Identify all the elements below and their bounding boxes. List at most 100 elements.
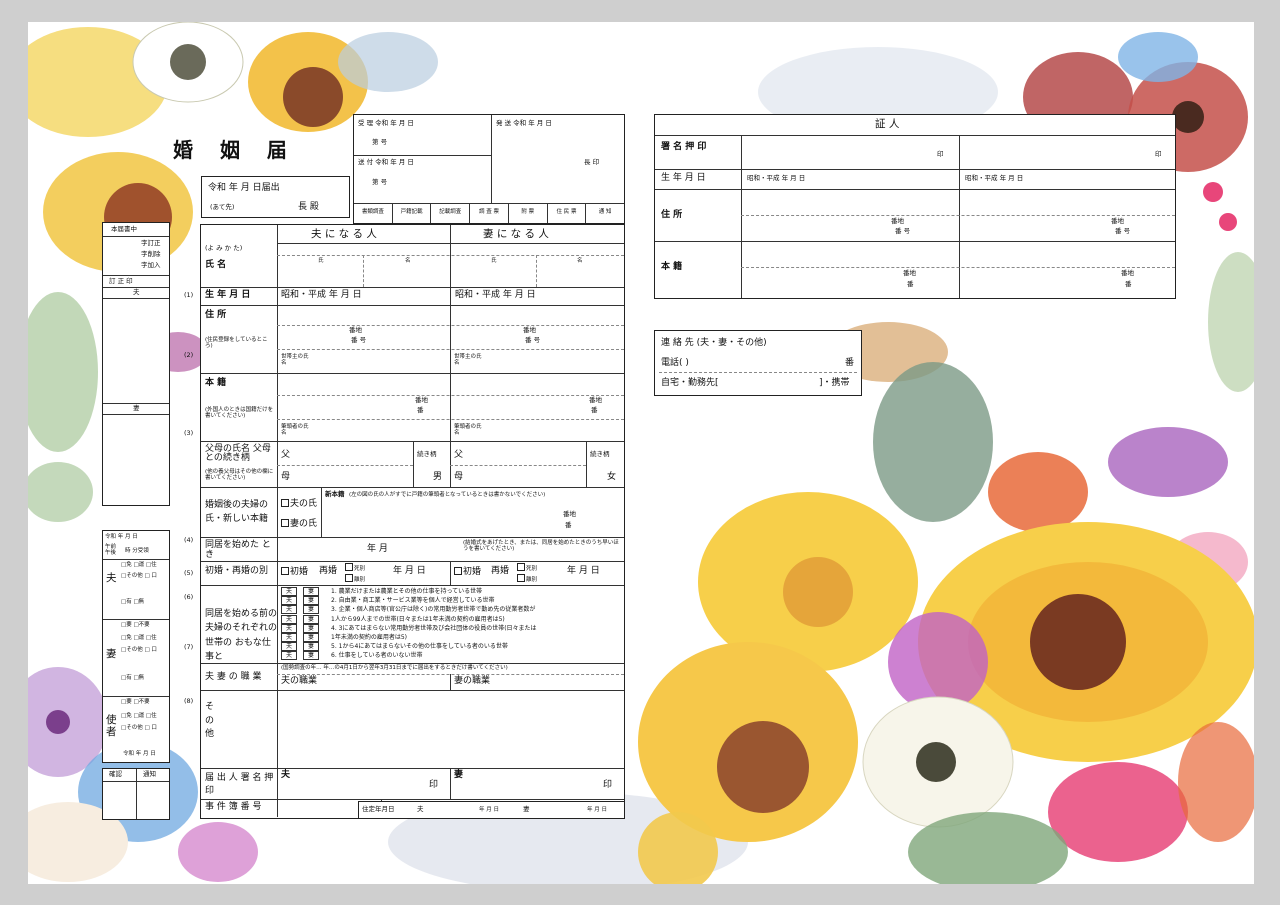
witness-honseki-label: 本 籍 [661,262,683,272]
husband-work-checkbox[interactable]: 夫 [281,623,297,633]
witness-address-label: 住 所 [661,210,683,220]
marriage-type-label: 初婚・再婚の別 [205,566,269,576]
birth-label: 生 年 月 日 [205,290,251,300]
work-option: 夫妻 5. 1から4にあてはまらないその他の仕事をしている者のいる世帯 [281,642,621,652]
wife-work-checkbox[interactable]: 妻 [303,642,319,652]
cohabit-note: (結婚式をあげたとき、または、同居を始めたときのうち早いほうを書いてください) [463,540,619,553]
sent-chief: 長 印 [584,158,600,166]
receipt-time: 時 分受領 [125,548,149,554]
work-option: 夫妻 3. 企業・個人商店等(官公庁は除く)の常用勤労者世帯で勤め先の従業者数が [281,605,621,615]
correction-line-3: 字加入 [141,261,161,269]
wife-work-checkbox[interactable]: 妻 [303,614,319,624]
wife-work-checkbox[interactable]: 妻 [303,587,319,596]
row-number: (3) [184,429,194,437]
reception-box: 受 理 令和 年 月 日 第 号 送 付 令和 年 月 日 第 号 発 送 令和… [353,114,625,224]
correction-line-2: 字削除 [141,250,161,258]
row-number: (7) [184,643,194,651]
contact-box: 連 絡 先 (夫・妻・その他) 電話( ) 番 自宅・勤務先[ ]・携帯 [654,330,862,396]
row-number: (8) [184,697,194,705]
household-work-label: 同居を始める前の夫婦のそれぞれの世帯の おもな仕事と [205,609,278,663]
column-wife: 妻 に な る 人 [483,228,549,240]
parents-label: 父母の氏名 父母との続き柄 [205,444,271,464]
wife-work-checkbox[interactable]: 妻 [303,605,319,615]
forwarded-number: 第 号 [372,178,388,186]
wife-work-checkbox[interactable]: 妻 [303,623,319,633]
other-label: そ の 他 [205,702,215,739]
reception-column: 附 票 [507,203,547,223]
parents-note: (他の養父母はその他の欄に書いてください) [205,469,274,482]
reception-column: 調 査 票 [469,203,508,223]
husband-work-checkbox[interactable]: 夫 [281,587,297,596]
correction-wife: 妻 [133,404,140,412]
addressee-note: (あて先) [210,203,235,211]
work-option: 夫妻 1年未満の契約の雇用者は5) [281,632,621,642]
notify-label: 通知 [143,770,156,778]
wife-work-checkbox[interactable]: 妻 [303,632,319,642]
husband-surname-option[interactable]: 夫の氏 [281,499,317,510]
receipt-date: 令和 年 月 日 [105,534,138,540]
reception-column: 住 民 票 [546,203,586,223]
form-title: 婚 姻 届 [173,138,297,162]
reception-column: 書類調査 [361,209,384,215]
contact-phone: 電話( ) [661,358,689,368]
witness-title: 証 人 [875,118,900,130]
honseki-note: (外国人のときは国籍だけを書いてください) [205,407,274,420]
row-number: (6) [184,593,194,601]
row-number: (2) [184,351,194,359]
household-work-options: 夫妻 1. 農業だけまたは農業とその他の仕事を持っている世帯夫妻 2. 自由業・商工… [281,587,621,661]
wife-work-checkbox[interactable]: 妻 [303,596,319,606]
husband-work-checkbox[interactable]: 夫 [281,596,297,606]
correction-stamp: 訂 正 印 [109,277,133,285]
after-marriage-label: 婚姻後の夫婦の 氏・新しい本籍 [205,500,269,524]
address-label: 住 所 [205,310,227,320]
correction-line-1: 字訂正 [141,239,161,247]
contact-mobile: ]・携帯 [819,378,850,388]
contact-home-work: 自宅・勤務先[ [661,378,719,388]
work-option: 夫妻 1人から99人までの世帯(日々または1年未満の契約の雇用者は5) [281,614,621,624]
husband-work-checkbox[interactable]: 夫 [281,605,297,615]
row-number: (1) [184,291,194,299]
yomikata-label: (よ み か た) [205,244,243,252]
mayor-label: 長 殿 [298,202,319,212]
wife-birth: 昭和・平成 年 月 日 [455,290,536,300]
submission-date: 令和 年 月 日届出 [208,183,280,193]
receipt-messenger: 使 者 [106,714,117,738]
receipt-ampm: 午前 午後 [105,544,117,557]
main-form-table: 夫 に な る 人 妻 に な る 人 (よ み か た) 氏 名 氏 名 氏 … [200,224,625,819]
work-option: 夫妻 4. 3にあてはまらない常用勤労者世帯及び会社団体の役員の世帯(日々または [281,623,621,633]
occupation-note: (国勢調査の年… 年…の4月1日から翌年3月31日までに届出をするときだけ書いて… [281,665,508,671]
work-option: 夫妻 6. 仕事をしている者のいない世帯 [281,651,621,661]
husband-first-marriage[interactable]: 初婚 [281,567,308,578]
cohabit-label: 同居を始めた とき [205,540,271,560]
name-label: 氏 名 [205,260,227,270]
new-honseki-label: 新本籍 [325,490,345,498]
address-note: (住民登録をしているところ) [205,337,268,350]
receipt-wife: 妻 [106,648,117,660]
received-label: 受 理 令和 年 月 日 [358,119,414,127]
witness-signature-label: 署 名 押 印 [661,142,707,152]
flower-cluster-bottom-right [638,322,1254,884]
husband-work-checkbox[interactable]: 夫 [281,632,297,642]
wife-first-marriage[interactable]: 初婚 [454,567,481,578]
reception-column: 通 知 [585,203,624,223]
receipt-panel: 令和 年 月 日 午前 午後 時 分受領 夫 □免 □運 □住 □その他 □ 口… [102,530,170,763]
sent-label: 発 送 令和 年 月 日 [496,119,552,127]
witness-birth-label: 生 年 月 日 [661,173,706,183]
receipt-husband: 夫 [106,572,117,584]
contact-title: 連 絡 先 (夫・妻・その他) [661,338,767,348]
occupation-label: 夫 妻 の 職 業 [205,672,262,682]
husband-work-checkbox[interactable]: 夫 [281,651,297,661]
wife-work-checkbox[interactable]: 妻 [303,651,319,661]
row-number: (4) [184,536,194,544]
forwarded-label: 送 付 令和 年 月 日 [358,158,414,166]
work-option: 夫妻 2. 自由業・商工業・サービス業等を個人で経営している世帯 [281,596,621,606]
husband-birth: 昭和・平成 年 月 日 [281,290,362,300]
row-number: (5) [184,569,194,577]
confirm-notify-box: 確認 通知 [102,768,170,820]
husband-work-checkbox[interactable]: 夫 [281,642,297,652]
wife-surname-option[interactable]: 妻の氏 [281,519,317,530]
signature-label: 届 出 人 署 名 押 印 [205,773,274,796]
husband-work-checkbox[interactable]: 夫 [281,614,297,624]
case-number-label: 事 件 簿 番 号 [205,802,262,812]
reception-column: 記載調査 [430,203,469,223]
